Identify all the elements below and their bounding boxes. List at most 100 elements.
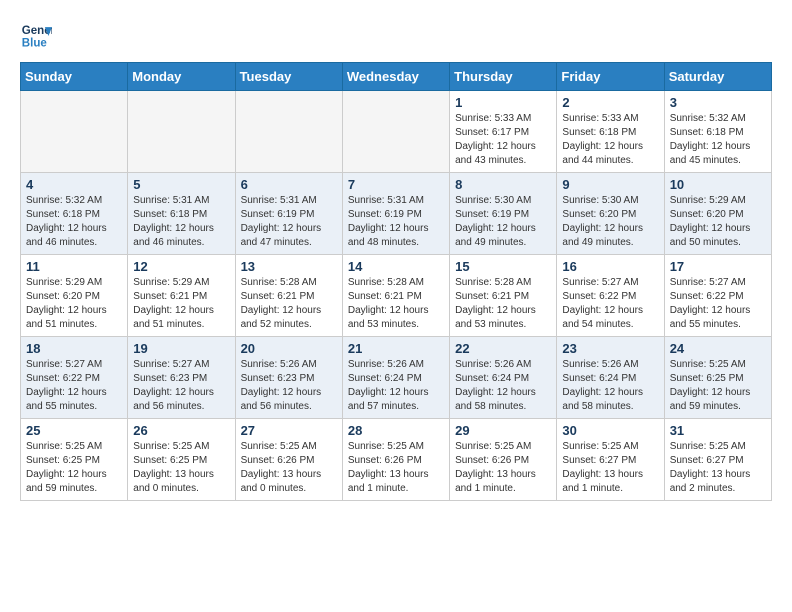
header-thursday: Thursday [450, 63, 557, 91]
calendar-cell: 11 Sunrise: 5:29 AM Sunset: 6:20 PM Dayli… [21, 255, 128, 337]
day-number: 25 [26, 423, 122, 438]
logo-icon: General Blue [20, 20, 52, 52]
calendar-cell: 21 Sunrise: 5:26 AM Sunset: 6:24 PM Dayli… [342, 337, 449, 419]
calendar-cell: 3 Sunrise: 5:32 AM Sunset: 6:18 PM Daylig… [664, 91, 771, 173]
calendar-cell [128, 91, 235, 173]
day-number: 11 [26, 259, 122, 274]
day-detail: Sunrise: 5:27 AM Sunset: 6:22 PM Dayligh… [670, 276, 766, 332]
calendar-cell: 9Sunrise: 5:30 AM Sunset: 6:20 PM Daylig… [557, 173, 664, 255]
day-detail: Sunrise: 5:26 AM Sunset: 6:23 PM Dayligh… [241, 358, 337, 414]
calendar-cell: 22 Sunrise: 5:26 AM Sunset: 6:24 PM Dayli… [450, 337, 557, 419]
day-detail: Sunrise: 5:33 AM Sunset: 6:17 PM Dayligh… [455, 112, 551, 168]
day-detail: Sunrise: 5:27 AM Sunset: 6:23 PM Dayligh… [133, 358, 229, 414]
day-number: 2 [562, 95, 658, 110]
calendar-cell [21, 91, 128, 173]
header-sunday: Sunday [21, 63, 128, 91]
header-tuesday: Tuesday [235, 63, 342, 91]
calendar-cell [342, 91, 449, 173]
calendar-cell: 10 Sunrise: 5:29 AM Sunset: 6:20 PM Dayli… [664, 173, 771, 255]
day-detail: Sunrise: 5:29 AM Sunset: 6:20 PM Dayligh… [670, 194, 766, 250]
day-detail: Sunrise: 5:32 AM Sunset: 6:18 PM Dayligh… [26, 194, 122, 250]
calendar-cell: 26Sunrise: 5:25 AM Sunset: 6:25 PM Dayli… [128, 419, 235, 501]
day-detail: Sunrise: 5:29 AM Sunset: 6:21 PM Dayligh… [133, 276, 229, 332]
calendar-cell: 29Sunrise: 5:25 AM Sunset: 6:26 PM Dayli… [450, 419, 557, 501]
day-number: 9 [562, 177, 658, 192]
calendar-cell: 5Sunrise: 5:31 AM Sunset: 6:18 PM Daylig… [128, 173, 235, 255]
svg-text:Blue: Blue [22, 38, 48, 50]
day-number: 30 [562, 423, 658, 438]
calendar-cell: 24 Sunrise: 5:25 AM Sunset: 6:25 PM Dayli… [664, 337, 771, 419]
calendar-cell: 7 Sunrise: 5:31 AM Sunset: 6:19 PM Daylig… [342, 173, 449, 255]
day-detail: Sunrise: 5:25 AM Sunset: 6:27 PM Dayligh… [562, 440, 658, 496]
day-detail: Sunrise: 5:31 AM Sunset: 6:19 PM Dayligh… [348, 194, 444, 250]
day-detail: Sunrise: 5:27 AM Sunset: 6:22 PM Dayligh… [562, 276, 658, 332]
day-detail: Sunrise: 5:28 AM Sunset: 6:21 PM Dayligh… [241, 276, 337, 332]
day-number: 18 [26, 341, 122, 356]
calendar-cell: 27 Sunrise: 5:25 AM Sunset: 6:26 PM Dayli… [235, 419, 342, 501]
day-number: 19 [133, 341, 229, 356]
day-number: 28 [348, 423, 444, 438]
day-detail: Sunrise: 5:28 AM Sunset: 6:21 PM Dayligh… [348, 276, 444, 332]
day-detail: Sunrise: 5:25 AM Sunset: 6:26 PM Dayligh… [455, 440, 551, 496]
day-number: 6 [241, 177, 337, 192]
day-detail: Sunrise: 5:25 AM Sunset: 6:25 PM Dayligh… [26, 440, 122, 496]
day-detail: Sunrise: 5:27 AM Sunset: 6:22 PM Dayligh… [26, 358, 122, 414]
header-saturday: Saturday [664, 63, 771, 91]
week-row-2: 4 Sunrise: 5:32 AM Sunset: 6:18 PM Daylig… [21, 173, 772, 255]
header-wednesday: Wednesday [342, 63, 449, 91]
calendar-cell: 18 Sunrise: 5:27 AM Sunset: 6:22 PM Dayli… [21, 337, 128, 419]
week-row-1: 1 Sunrise: 5:33 AM Sunset: 6:17 PM Daylig… [21, 91, 772, 173]
day-detail: Sunrise: 5:25 AM Sunset: 6:27 PM Dayligh… [670, 440, 766, 496]
day-detail: Sunrise: 5:29 AM Sunset: 6:20 PM Dayligh… [26, 276, 122, 332]
calendar-header-row: SundayMondayTuesdayWednesdayThursdayFrid… [21, 63, 772, 91]
day-detail: Sunrise: 5:26 AM Sunset: 6:24 PM Dayligh… [455, 358, 551, 414]
calendar-cell: 30 Sunrise: 5:25 AM Sunset: 6:27 PM Dayli… [557, 419, 664, 501]
day-number: 27 [241, 423, 337, 438]
calendar-cell: 4 Sunrise: 5:32 AM Sunset: 6:18 PM Daylig… [21, 173, 128, 255]
day-detail: Sunrise: 5:25 AM Sunset: 6:25 PM Dayligh… [133, 440, 229, 496]
day-number: 10 [670, 177, 766, 192]
day-detail: Sunrise: 5:26 AM Sunset: 6:24 PM Dayligh… [348, 358, 444, 414]
day-number: 7 [348, 177, 444, 192]
calendar-cell: 12 Sunrise: 5:29 AM Sunset: 6:21 PM Dayli… [128, 255, 235, 337]
calendar-cell: 1 Sunrise: 5:33 AM Sunset: 6:17 PM Daylig… [450, 91, 557, 173]
day-number: 23 [562, 341, 658, 356]
day-detail: Sunrise: 5:32 AM Sunset: 6:18 PM Dayligh… [670, 112, 766, 168]
day-number: 21 [348, 341, 444, 356]
page-header: General Blue [20, 20, 772, 52]
day-number: 16 [562, 259, 658, 274]
day-number: 24 [670, 341, 766, 356]
day-number: 20 [241, 341, 337, 356]
day-number: 3 [670, 95, 766, 110]
calendar-cell: 6 Sunrise: 5:31 AM Sunset: 6:19 PM Daylig… [235, 173, 342, 255]
day-number: 4 [26, 177, 122, 192]
calendar-cell: 2Sunrise: 5:33 AM Sunset: 6:18 PM Daylig… [557, 91, 664, 173]
header-monday: Monday [128, 63, 235, 91]
calendar-cell: 8 Sunrise: 5:30 AM Sunset: 6:19 PM Daylig… [450, 173, 557, 255]
day-number: 15 [455, 259, 551, 274]
day-detail: Sunrise: 5:31 AM Sunset: 6:18 PM Dayligh… [133, 194, 229, 250]
day-detail: Sunrise: 5:25 AM Sunset: 6:26 PM Dayligh… [241, 440, 337, 496]
day-detail: Sunrise: 5:25 AM Sunset: 6:26 PM Dayligh… [348, 440, 444, 496]
day-detail: Sunrise: 5:28 AM Sunset: 6:21 PM Dayligh… [455, 276, 551, 332]
day-number: 13 [241, 259, 337, 274]
calendar-cell: 13 Sunrise: 5:28 AM Sunset: 6:21 PM Dayli… [235, 255, 342, 337]
day-number: 8 [455, 177, 551, 192]
calendar-cell: 15 Sunrise: 5:28 AM Sunset: 6:21 PM Dayli… [450, 255, 557, 337]
day-number: 1 [455, 95, 551, 110]
day-number: 12 [133, 259, 229, 274]
logo: General Blue [20, 20, 52, 52]
day-detail: Sunrise: 5:25 AM Sunset: 6:25 PM Dayligh… [670, 358, 766, 414]
calendar-cell: 20 Sunrise: 5:26 AM Sunset: 6:23 PM Dayli… [235, 337, 342, 419]
day-detail: Sunrise: 5:30 AM Sunset: 6:19 PM Dayligh… [455, 194, 551, 250]
calendar-cell: 28 Sunrise: 5:25 AM Sunset: 6:26 PM Dayli… [342, 419, 449, 501]
calendar-cell [235, 91, 342, 173]
calendar-table: SundayMondayTuesdayWednesdayThursdayFrid… [20, 62, 772, 501]
day-number: 31 [670, 423, 766, 438]
calendar-cell: 19 Sunrise: 5:27 AM Sunset: 6:23 PM Dayli… [128, 337, 235, 419]
calendar-cell: 23Sunrise: 5:26 AM Sunset: 6:24 PM Dayli… [557, 337, 664, 419]
header-friday: Friday [557, 63, 664, 91]
day-detail: Sunrise: 5:31 AM Sunset: 6:19 PM Dayligh… [241, 194, 337, 250]
day-number: 22 [455, 341, 551, 356]
calendar-cell: 25 Sunrise: 5:25 AM Sunset: 6:25 PM Dayli… [21, 419, 128, 501]
